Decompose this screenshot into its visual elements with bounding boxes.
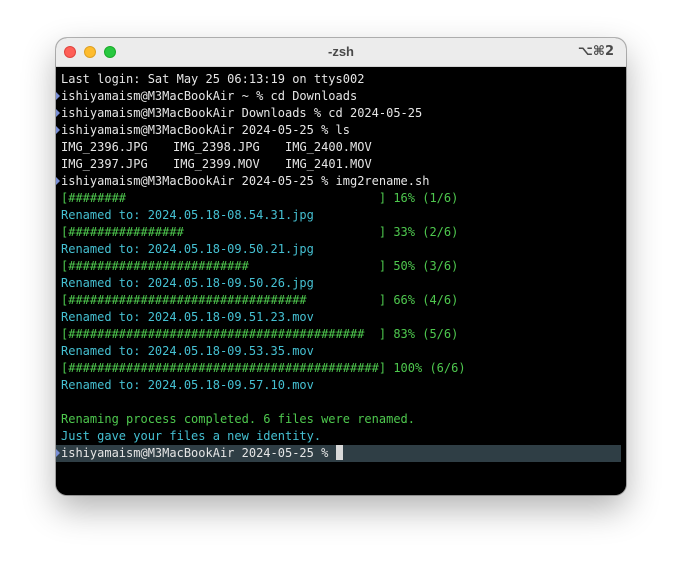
command-line: ishiyamaism@M3MacBookAir ~ % cd Download… (56, 88, 626, 105)
file-name: IMG_2396.JPG (61, 140, 148, 154)
file-name: IMG_2401.MOV (285, 157, 372, 171)
window-shortcut: ⌥⌘2 (577, 44, 614, 59)
command-line: ishiyamaism@M3MacBookAir 2024-05-25 % im… (56, 173, 626, 190)
ls-output-row: IMG_2397.JPG IMG_2399.MOV IMG_2401.MOV (56, 156, 626, 173)
current-prompt-text: ishiyamaism@M3MacBookAir 2024-05-25 % (61, 446, 336, 460)
file-name: IMG_2399.MOV (173, 157, 260, 171)
file-name: IMG_2400.MOV (285, 140, 372, 154)
progress-bar-line: [################ ] 33% (2/6) (61, 225, 459, 239)
current-prompt-line[interactable]: ishiyamaism@M3MacBookAir 2024-05-25 % (56, 445, 621, 462)
progress-bar-line: [######################### ] 50% (3/6) (61, 259, 459, 273)
window-title: -zsh (328, 44, 354, 59)
renamed-line: Renamed to: 2024.05.18-09.57.10.mov (61, 378, 314, 392)
renamed-line: Renamed to: 2024.05.18-08.54.31.jpg (61, 208, 314, 222)
login-line: Last login: Sat May 25 06:13:19 on ttys0… (61, 72, 365, 86)
text-cursor-icon (335, 445, 343, 460)
file-name: IMG_2397.JPG (61, 157, 148, 171)
title-bar[interactable]: -zsh ⌥⌘2 (56, 38, 626, 67)
file-name: IMG_2398.JPG (173, 140, 260, 154)
renamed-line: Renamed to: 2024.05.18-09.50.26.jpg (61, 276, 314, 290)
progress-bar-line: [#######################################… (61, 327, 459, 341)
progress-bar-line: [######## ] 16% (1/6) (61, 191, 459, 205)
renamed-line: Renamed to: 2024.05.18-09.50.21.jpg (61, 242, 314, 256)
completion-message: Renaming process completed. 6 files were… (61, 412, 416, 426)
tagline-message: Just gave your files a new identity. (61, 429, 322, 443)
renamed-line: Renamed to: 2024.05.18-09.53.35.mov (61, 344, 314, 358)
progress-bar-line: [################################# ] 66%… (61, 293, 459, 307)
ls-output-row: IMG_2396.JPG IMG_2398.JPG IMG_2400.MOV (56, 139, 626, 156)
progress-bar-line: [#######################################… (61, 361, 466, 375)
command-line: ishiyamaism@M3MacBookAir 2024-05-25 % ls (56, 122, 626, 139)
renamed-line: Renamed to: 2024.05.18-09.51.23.mov (61, 310, 314, 324)
command-line: ishiyamaism@M3MacBookAir Downloads % cd … (56, 105, 626, 122)
terminal-window: -zsh ⌥⌘2 Last login: Sat May 25 06:13:19… (56, 38, 626, 495)
terminal-output[interactable]: Last login: Sat May 25 06:13:19 on ttys0… (56, 67, 626, 495)
